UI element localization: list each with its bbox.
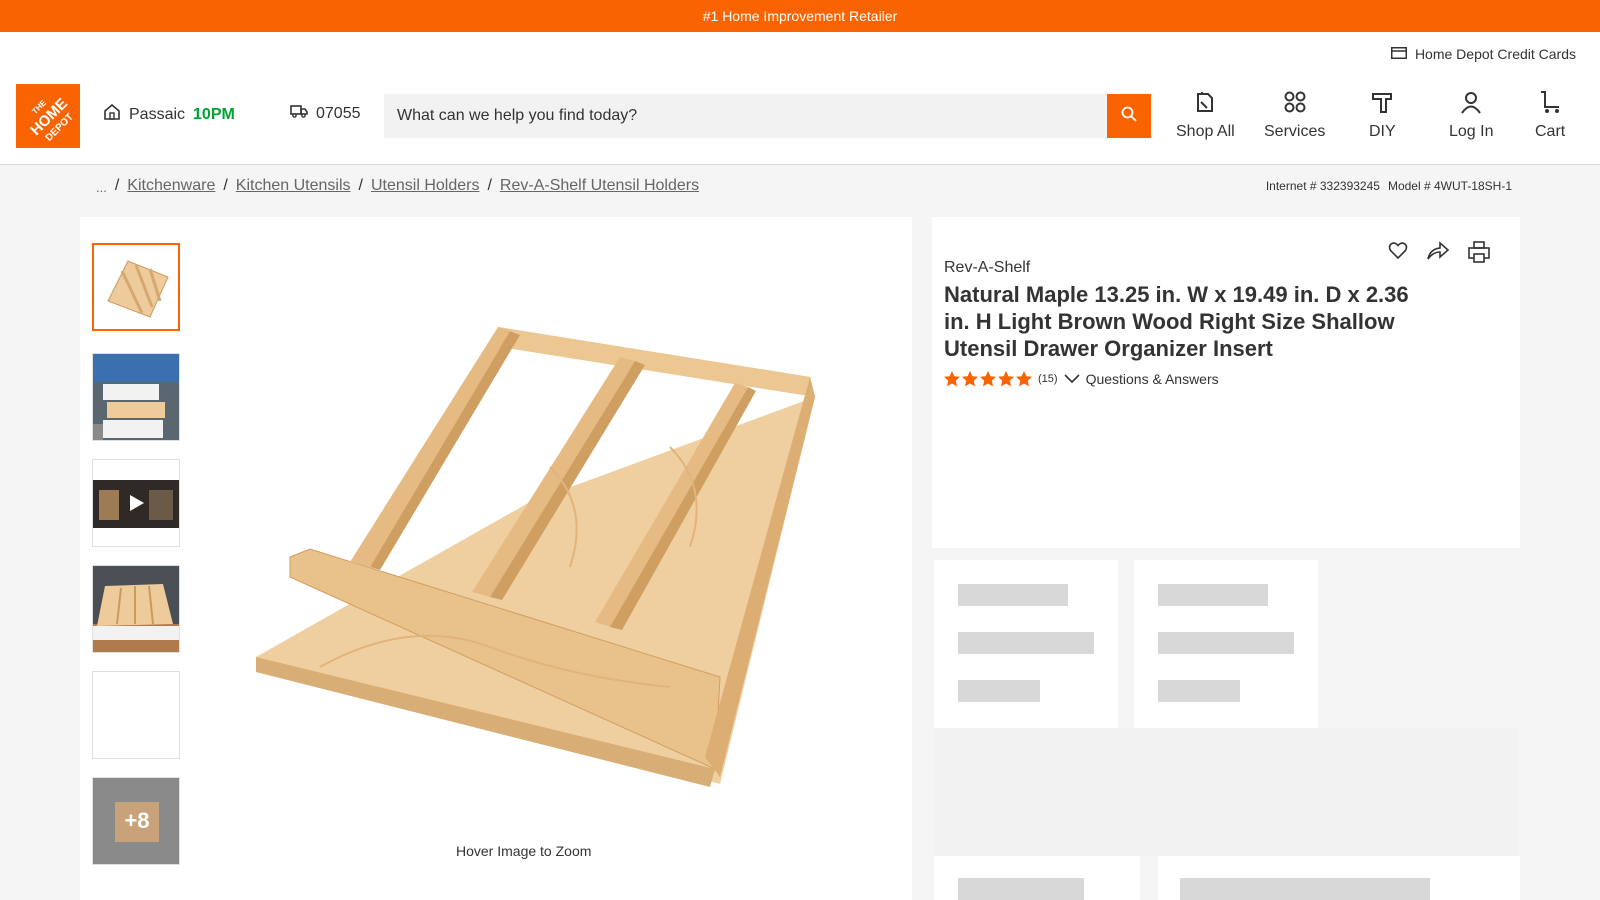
site-header: Home Depot Credit Cards THE HOME DEPOT P…: [0, 32, 1600, 165]
cart-icon: [1538, 90, 1562, 119]
nav-services[interactable]: Services: [1264, 90, 1325, 141]
user-icon: [1459, 90, 1483, 119]
delivery-zip-selector[interactable]: 07055: [290, 104, 361, 123]
shop-all-icon: [1193, 90, 1217, 119]
nav-log-in[interactable]: Log In: [1449, 90, 1493, 141]
breadcrumb: ... / Kitchenware / Kitchen Utensils / U…: [96, 176, 699, 196]
utensil-organizer-image: [256, 327, 815, 787]
delivery-zip: 07055: [316, 104, 361, 122]
store-icon: [103, 103, 121, 125]
organizer-thumbnail-image: [94, 245, 178, 329]
store-hours: 10PM: [193, 105, 235, 123]
thumbnail-4[interactable]: [92, 565, 180, 653]
credit-cards-link[interactable]: Home Depot Credit Cards: [1390, 46, 1576, 62]
nav-log-in-label: Log In: [1449, 123, 1494, 140]
review-count: (15): [1038, 373, 1058, 385]
kitchen-drawer-image: [93, 354, 179, 440]
search-icon: [1121, 106, 1137, 127]
play-icon: [129, 494, 145, 517]
nav-cart-label: Cart: [1535, 123, 1566, 140]
loading-placeholder: [958, 584, 1068, 606]
breadcrumb-kitchenware[interactable]: Kitchenware: [127, 177, 215, 195]
loading-card: [934, 856, 1140, 900]
questions-answers-link[interactable]: Questions & Answers: [1086, 371, 1219, 387]
product-actions: [1388, 241, 1490, 268]
search-button[interactable]: [1107, 94, 1151, 138]
nav-cart[interactable]: Cart: [1535, 90, 1565, 141]
open-drawer-image: [93, 566, 179, 652]
nav-shop-all[interactable]: Shop All: [1176, 90, 1235, 141]
breadcrumb-utensil-holders[interactable]: Utensil Holders: [371, 177, 479, 195]
loading-placeholder: [1180, 878, 1430, 900]
nav-shop-all-label: Shop All: [1176, 123, 1235, 140]
loading-placeholder: [1158, 680, 1240, 702]
model-number: Model # 4WUT-18SH-1: [1387, 179, 1512, 193]
loading-card: [1158, 856, 1520, 900]
internet-number: Internet # 332393245: [1265, 179, 1380, 193]
loading-card: [934, 560, 1118, 728]
home-depot-logo[interactable]: THE HOME DEPOT: [16, 84, 80, 148]
breadcrumb-ellipsis[interactable]: ...: [96, 180, 107, 195]
share-icon[interactable]: [1426, 241, 1450, 268]
loading-panel: [934, 728, 1518, 856]
chevron-down-icon[interactable]: [1063, 371, 1080, 387]
store-name: Passaic: [129, 105, 186, 123]
nav-diy-label: DIY: [1369, 123, 1396, 140]
star-rating: [944, 371, 1032, 387]
breadcrumb-rev-a-shelf-utensil-holders[interactable]: Rev-A-Shelf Utensil Holders: [500, 177, 699, 195]
nav-services-label: Services: [1264, 123, 1326, 140]
product-rating[interactable]: (15) Questions & Answers: [944, 371, 1219, 387]
print-icon[interactable]: [1468, 241, 1490, 268]
loading-placeholder: [1158, 632, 1294, 654]
loading-card: [1134, 560, 1318, 728]
more-images-count: +8: [124, 808, 150, 833]
product-identifiers: Internet # 332393245 Model # 4WUT-18SH-1: [1266, 179, 1512, 193]
nav-diy[interactable]: DIY: [1369, 90, 1396, 141]
more-images-thumbnail[interactable]: +8: [92, 777, 180, 865]
product-title: Natural Maple 13.25 in. W x 19.49 in. D …: [944, 282, 1409, 361]
store-selector[interactable]: Passaic 10PM: [103, 103, 235, 125]
breadcrumb-separator: /: [358, 176, 363, 194]
promo-text: #1 Home Improvement Retailer: [702, 8, 898, 24]
loading-placeholder: [958, 680, 1040, 702]
thumbnail-2[interactable]: [92, 353, 180, 441]
breadcrumb-separator: /: [487, 176, 492, 194]
services-icon: [1283, 90, 1307, 119]
zoom-hint: Hover Image to Zoom: [456, 843, 592, 859]
promo-banner[interactable]: #1 Home Improvement Retailer: [0, 0, 1600, 32]
credit-card-icon: [1390, 46, 1407, 62]
product-info-panel: Rev-A-Shelf Natural Maple 13.25 in. W x …: [932, 217, 1520, 548]
favorite-heart-icon[interactable]: [1388, 241, 1408, 268]
video-thumbnail[interactable]: [92, 459, 180, 547]
logo-mark: THE HOME DEPOT: [16, 84, 80, 148]
search-bar: [384, 94, 1151, 138]
truck-icon: [290, 104, 308, 123]
media-gallery: +8 Hover Image to Zoom: [80, 217, 912, 900]
loading-placeholder: [958, 632, 1094, 654]
breadcrumb-separator: /: [223, 176, 228, 194]
product-brand[interactable]: Rev-A-Shelf: [944, 259, 1030, 277]
thumbnail-5[interactable]: [92, 671, 180, 759]
search-input[interactable]: [384, 94, 1107, 138]
loading-placeholder: [1158, 584, 1268, 606]
loading-placeholder: [958, 878, 1084, 900]
hammer-icon: [1370, 90, 1394, 119]
breadcrumb-separator: /: [114, 176, 120, 194]
credit-cards-label: Home Depot Credit Cards: [1414, 46, 1576, 62]
thumbnail-1[interactable]: [92, 243, 180, 331]
main-product-image[interactable]: [250, 287, 850, 787]
breadcrumb-kitchen-utensils[interactable]: Kitchen Utensils: [236, 177, 351, 195]
